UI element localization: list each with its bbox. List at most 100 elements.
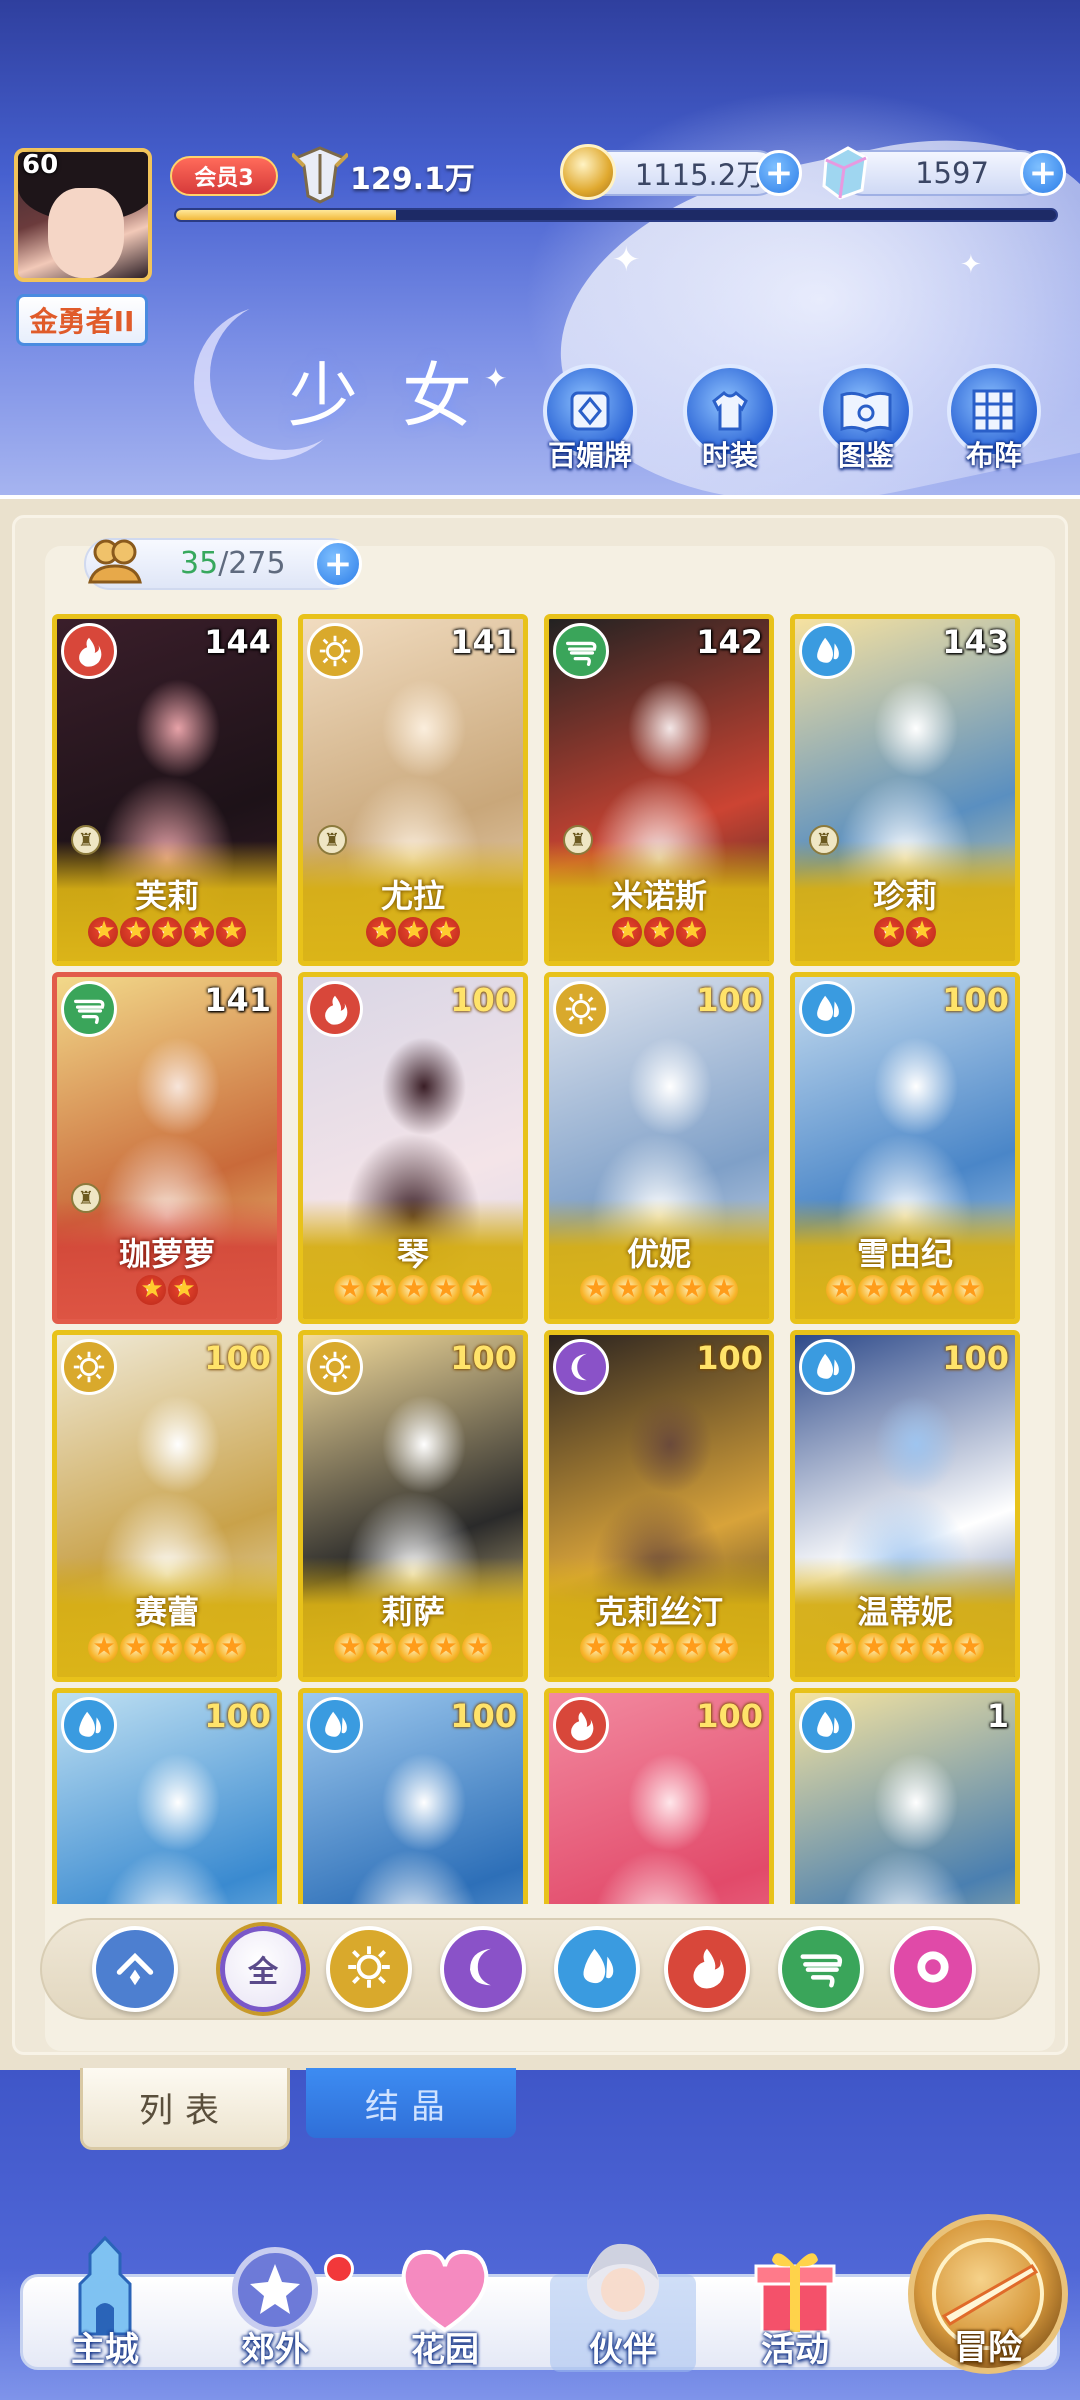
filter-collapse-button[interactable] [92, 1926, 178, 2012]
filter-wind-button[interactable] [778, 1926, 864, 2012]
star-icon [430, 1273, 460, 1305]
partner-card[interactable]: 100 赛蕾 [52, 1330, 282, 1682]
star-icon [676, 915, 706, 947]
card-name: 克莉丝汀 [594, 1593, 723, 1631]
star-icon [136, 1273, 166, 1305]
nav-item-label: 郊外 [241, 2330, 309, 2370]
nav-item-castle[interactable]: 主城 [30, 2234, 180, 2384]
card-level: 143 [942, 623, 1009, 661]
star-icon [462, 1631, 492, 1663]
star-icon [366, 1273, 396, 1305]
star-rating [57, 1631, 277, 1669]
partner-card[interactable]: 100 克莉丝汀 [544, 1330, 774, 1682]
star-rating [303, 1273, 523, 1311]
card-level: 100 [204, 1339, 271, 1377]
capacity-max: /275 [218, 546, 286, 581]
element-light-icon [553, 981, 609, 1037]
nav-item-gift-box[interactable]: 活动 [720, 2234, 870, 2384]
card-name: 米诺斯 [610, 877, 707, 915]
nav-item-portal[interactable]: 郊外 [200, 2234, 350, 2384]
capacity-current: 35 [180, 546, 219, 581]
nav-item-partner-portrait[interactable]: 伙伴 [548, 2234, 698, 2384]
partner-card[interactable]: 100 [544, 1688, 774, 1904]
star-icon [184, 915, 214, 947]
sparkle-icon: ✦ [960, 250, 982, 280]
card-name: 莉萨 [380, 1593, 445, 1631]
menu-codex[interactable]: 图鉴 [816, 364, 916, 488]
partner-card[interactable]: 144 ♜ 芙莉 [52, 614, 282, 966]
star-icon [430, 1631, 460, 1663]
menu-outfit[interactable]: 时装 [680, 364, 780, 488]
star-icon [612, 1273, 642, 1305]
partner-card[interactable]: 100 优妮 [544, 972, 774, 1324]
add-gold-button[interactable]: + [756, 150, 802, 196]
star-icon [168, 1273, 198, 1305]
star-icon [612, 1631, 642, 1663]
chevron-up-icon [109, 1941, 161, 1997]
nav-item-heart-garden[interactable]: 花园 [370, 2234, 520, 2384]
expand-capacity-button[interactable]: + [314, 540, 362, 588]
vip-badge[interactable]: 会员3 [170, 156, 278, 196]
player-level: 60 [22, 150, 59, 180]
card-level: 142 [696, 623, 763, 661]
partner-group-icon [88, 539, 142, 584]
player-rank-badge[interactable]: 金勇者II [16, 294, 148, 346]
partner-card[interactable]: 100 雪由纪 [790, 972, 1020, 1324]
star-icon [366, 1631, 396, 1663]
star-icon [580, 1631, 610, 1663]
filter-dark-button[interactable] [440, 1926, 526, 2012]
fire-icon [681, 1941, 733, 1997]
partner-card[interactable]: 100 [298, 1688, 528, 1904]
star-icon [334, 1273, 364, 1305]
partner-card[interactable]: 142 ♜ 米诺斯 [544, 614, 774, 966]
wind-icon [795, 1941, 847, 1997]
sparkle-icon: ✦ [612, 240, 641, 280]
star-icon [462, 1273, 492, 1305]
filter-fire-button[interactable] [664, 1926, 750, 2012]
star-icon [216, 915, 246, 947]
element-water-icon [307, 1697, 363, 1753]
menu-formation[interactable]: 布阵 [944, 364, 1044, 488]
tab-list[interactable]: 列表 [80, 2068, 290, 2150]
partner-card[interactable]: 100 温蒂妮 [790, 1330, 1020, 1682]
filter-all-button[interactable]: 全 [220, 1926, 306, 2012]
exp-bar-fill [176, 210, 396, 220]
partner-card[interactable]: 141 ♜ 珈萝萝 [52, 972, 282, 1324]
tab-crystal[interactable]: 结晶 [306, 2068, 516, 2138]
card-level: 100 [942, 1339, 1009, 1377]
card-level: 100 [696, 1339, 763, 1377]
add-gems-button[interactable]: + [1020, 150, 1066, 196]
star-icon [890, 1273, 920, 1305]
partner-card[interactable]: 100 [52, 1688, 282, 1904]
card-name: 琴 [396, 1235, 429, 1273]
menu-outfit-label: 时装 [701, 439, 758, 472]
card-name: 优妮 [626, 1235, 691, 1273]
filter-water-button[interactable] [554, 1926, 640, 2012]
star-icon [922, 1631, 952, 1663]
card-name: 尤拉 [380, 877, 445, 915]
partner-card[interactable]: 141 ♜ 尤拉 [298, 614, 528, 966]
star-rating [303, 915, 523, 953]
star-icon [906, 915, 936, 947]
moon-icon [457, 1941, 509, 1997]
partner-card[interactable]: 143 ♜ 珍莉 [790, 614, 1020, 966]
filter-special-button[interactable] [890, 1926, 976, 2012]
filter-light-button[interactable] [326, 1926, 412, 2012]
element-water-icon [61, 1697, 117, 1753]
star-icon [398, 1273, 428, 1305]
partner-card[interactable]: 100 琴 [298, 972, 528, 1324]
menu-card-deck[interactable]: 百媚牌 [540, 364, 640, 488]
element-light-icon [61, 1339, 117, 1395]
element-fire-icon [553, 1697, 609, 1753]
star-icon [644, 1273, 674, 1305]
star-icon [954, 1273, 984, 1305]
partner-card[interactable]: 1 [790, 1688, 1020, 1904]
element-water-icon [799, 1697, 855, 1753]
star-icon [708, 1273, 738, 1305]
gold-coin-icon [560, 144, 616, 200]
star-icon [120, 915, 150, 947]
star-icon [398, 1631, 428, 1663]
card-level: 144 [204, 623, 271, 661]
partner-card[interactable]: 100 莉萨 [298, 1330, 528, 1682]
gem-value: 1597 [915, 156, 989, 190]
